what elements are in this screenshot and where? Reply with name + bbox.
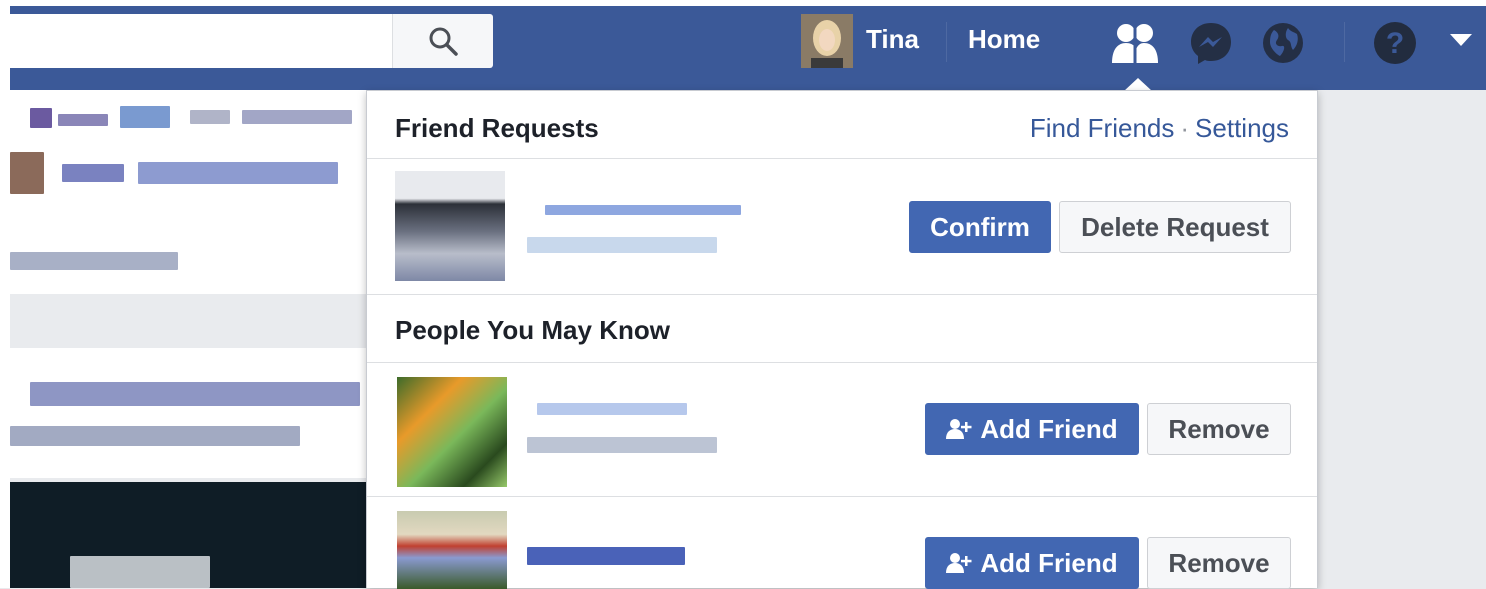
suggestion-avatar[interactable]: [397, 377, 507, 487]
requester-avatar[interactable]: [395, 171, 505, 281]
profile-name-link[interactable]: Tina: [866, 24, 919, 55]
add-friend-icon: [946, 553, 972, 573]
search-icon: [429, 27, 458, 56]
suggestion-item: Add Friend Remove: [367, 363, 1317, 497]
header-links: Find Friends · Settings: [1030, 113, 1289, 144]
link-separator: ·: [1180, 113, 1190, 143]
add-friend-button-label: Add Friend: [980, 547, 1118, 578]
confirm-button[interactable]: Confirm: [909, 201, 1051, 253]
caret-down-icon[interactable]: [1450, 34, 1472, 46]
people-you-may-know-header: People You May Know: [367, 295, 1317, 363]
suggestion-item: Add Friend Remove: [367, 497, 1317, 589]
search-input[interactable]: [10, 14, 392, 70]
add-friend-button[interactable]: Add Friend: [925, 537, 1139, 589]
notifications-button[interactable]: [1258, 18, 1308, 68]
window-top-edge: [0, 0, 1486, 6]
people-you-may-know-title: People You May Know: [395, 315, 670, 345]
suggestion-name[interactable]: [537, 403, 687, 415]
delete-request-button[interactable]: Delete Request: [1059, 201, 1291, 253]
add-friend-icon: [946, 419, 972, 439]
remove-button-label: Remove: [1168, 413, 1270, 444]
settings-link[interactable]: Settings: [1195, 113, 1289, 143]
home-link[interactable]: Home: [968, 24, 1040, 55]
requester-name[interactable]: [545, 205, 741, 215]
nav-divider: [946, 22, 947, 62]
nav-divider-right: [1344, 22, 1345, 62]
help-button[interactable]: ?: [1370, 18, 1420, 68]
add-friend-button[interactable]: Add Friend: [925, 403, 1139, 455]
suggestion-mutual-friends: [527, 437, 717, 453]
friend-requests-button[interactable]: [1110, 18, 1160, 68]
requester-mutual-friends: [527, 237, 717, 253]
feed-video-thumbnail: [10, 482, 366, 588]
window-left-edge: [0, 0, 10, 588]
avatar-image: [801, 14, 853, 68]
friend-requests-title: Friend Requests: [395, 113, 599, 143]
remove-button[interactable]: Remove: [1147, 403, 1291, 455]
help-icon: ?: [1374, 22, 1416, 64]
user-avatar[interactable]: [801, 14, 853, 68]
confirm-button-label: Confirm: [930, 211, 1030, 242]
suggestion-avatar[interactable]: [397, 511, 507, 589]
friend-requests-dropdown: Friend Requests Find Friends · Settings Co…: [366, 90, 1318, 589]
messenger-icon: [1191, 23, 1231, 64]
suggestion-name[interactable]: [527, 547, 685, 565]
globe-icon: [1263, 23, 1303, 63]
search-button[interactable]: [392, 14, 493, 68]
friend-request-item: Confirm Delete Request: [367, 159, 1317, 295]
delete-request-button-label: Delete Request: [1081, 211, 1269, 242]
messenger-button[interactable]: [1186, 18, 1236, 68]
remove-button[interactable]: Remove: [1147, 537, 1291, 589]
page-background-right: [1318, 90, 1486, 588]
feed-card: [10, 348, 366, 478]
friend-requests-header: Friend Requests Find Friends · Settings: [367, 91, 1317, 159]
find-friends-link[interactable]: Find Friends: [1030, 113, 1175, 143]
feed-card: [10, 228, 366, 294]
svg-text:?: ?: [1386, 27, 1404, 60]
friend-requests-icon: [1112, 24, 1158, 63]
remove-button-label: Remove: [1168, 547, 1270, 578]
feed-card: [10, 90, 366, 228]
add-friend-button-label: Add Friend: [980, 413, 1118, 444]
